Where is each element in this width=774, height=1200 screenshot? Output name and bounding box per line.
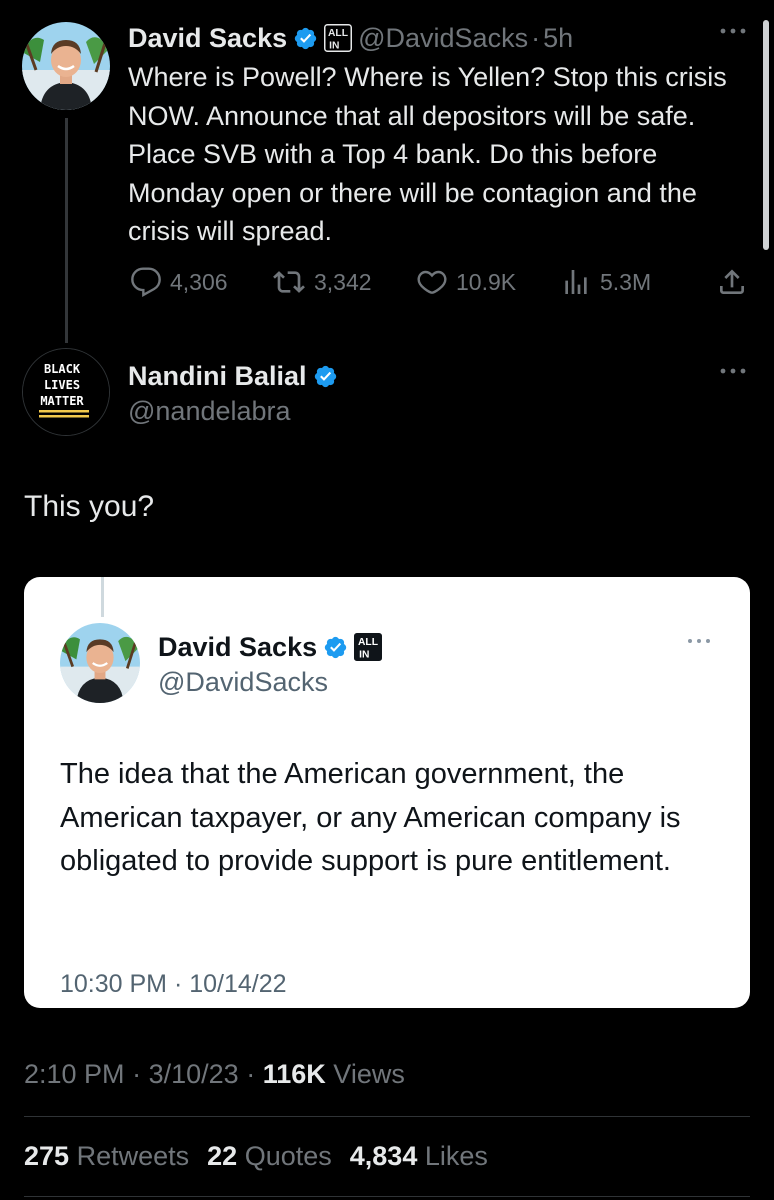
main-author-avatar[interactable]: BLACK LIVES MATTER (22, 348, 110, 436)
quotes-stat[interactable]: 22 Quotes (207, 1141, 332, 1172)
blm-avatar-graphic: BLACK LIVES MATTER (23, 349, 109, 435)
likes-stat[interactable]: 4,834 Likes (350, 1141, 488, 1172)
reply-count: 4,306 (170, 268, 228, 295)
reply-button[interactable]: 4,306 (130, 266, 228, 298)
avatar-line-3: MATTER (40, 394, 84, 408)
embedded-tweet-timestamp: 10:30 PM · 10/14/22 (60, 970, 287, 998)
verified-badge-icon (313, 364, 338, 389)
main-author-name[interactable]: Nandini Balial (128, 361, 307, 392)
tweet-meta: 2:10 PM · 3/10/23 · 116K Views (24, 1059, 405, 1090)
divider (24, 1116, 750, 1117)
main-tweet-header: Nandini Balial (128, 358, 338, 394)
scrollbar-thumb[interactable] (763, 20, 769, 250)
parent-tweet-text: Where is Powell? Where is Yellen? Stop t… (128, 62, 727, 246)
thread-connector-line (65, 118, 68, 343)
engagement-stats: 275 Retweets 22 Quotes 4,834 Likes (24, 1141, 488, 1172)
likes-label: Likes (424, 1141, 488, 1171)
views-count: 116K (262, 1059, 326, 1089)
like-icon (417, 270, 447, 294)
like-count: 10.9K (456, 268, 517, 295)
views-count: 5.3M (600, 268, 652, 295)
retweet-button[interactable]: 3,342 (272, 266, 372, 298)
like-button[interactable]: 10.9K (416, 266, 516, 298)
more-icon (720, 28, 746, 34)
retweets-count: 275 (24, 1141, 70, 1171)
likes-count: 4,834 (349, 1141, 418, 1171)
views-icon (565, 270, 587, 294)
share-button[interactable] (716, 266, 756, 298)
embedded-tweet-image[interactable]: David Sacks @DavidSacks The idea that th… (24, 577, 750, 1008)
divider (24, 1196, 750, 1197)
share-icon (720, 269, 744, 294)
allin-badge-icon (354, 633, 382, 661)
separator-dot: · (531, 22, 541, 53)
separator-dot: · (246, 1059, 256, 1089)
parent-author-avatar[interactable] (22, 22, 110, 110)
verified-badge-icon (323, 635, 348, 660)
quotes-label: Quotes (244, 1141, 332, 1171)
allin-badge-icon (324, 24, 352, 52)
tweet-date[interactable]: 3/10/23 (149, 1059, 239, 1089)
main-tweet-text: This you? (24, 490, 155, 523)
quotes-count: 22 (207, 1141, 238, 1171)
embedded-tweet-text: The idea that the American government, t… (60, 758, 681, 877)
embedded-thread-line (101, 577, 104, 617)
verified-badge-icon (293, 26, 318, 51)
more-icon (688, 639, 710, 643)
reply-icon (131, 267, 161, 297)
embedded-author-avatar (60, 623, 140, 703)
retweet-icon (273, 271, 305, 293)
embedded-author-name: David Sacks (158, 631, 318, 662)
main-author-handle[interactable]: @nandelabra (128, 396, 291, 427)
main-more-button[interactable] (718, 366, 748, 376)
separator-dot: · (132, 1059, 142, 1089)
tweet-time[interactable]: 2:10 PM (24, 1059, 125, 1089)
retweets-stat[interactable]: 275 Retweets (24, 1141, 189, 1172)
parent-author-handle[interactable]: @DavidSacks (358, 23, 528, 54)
parent-tweet-header: David Sacks @DavidSacks · 5h (128, 20, 573, 56)
retweets-label: Retweets (76, 1141, 190, 1171)
avatar-line-1: BLACK (44, 362, 81, 376)
embedded-author-handle: @DavidSacks (158, 667, 328, 697)
embedded-more-dots (686, 637, 712, 645)
views-label: Views (333, 1059, 405, 1089)
retweet-count: 3,342 (314, 268, 372, 295)
embedded-tweet-header: David Sacks (158, 629, 382, 665)
parent-author-name[interactable]: David Sacks (128, 23, 287, 54)
parent-more-button[interactable] (718, 26, 748, 36)
more-icon (720, 368, 746, 374)
parent-time-ago[interactable]: 5h (543, 23, 573, 54)
views-button[interactable]: 5.3M (560, 266, 651, 298)
avatar-line-2: LIVES (44, 378, 80, 392)
